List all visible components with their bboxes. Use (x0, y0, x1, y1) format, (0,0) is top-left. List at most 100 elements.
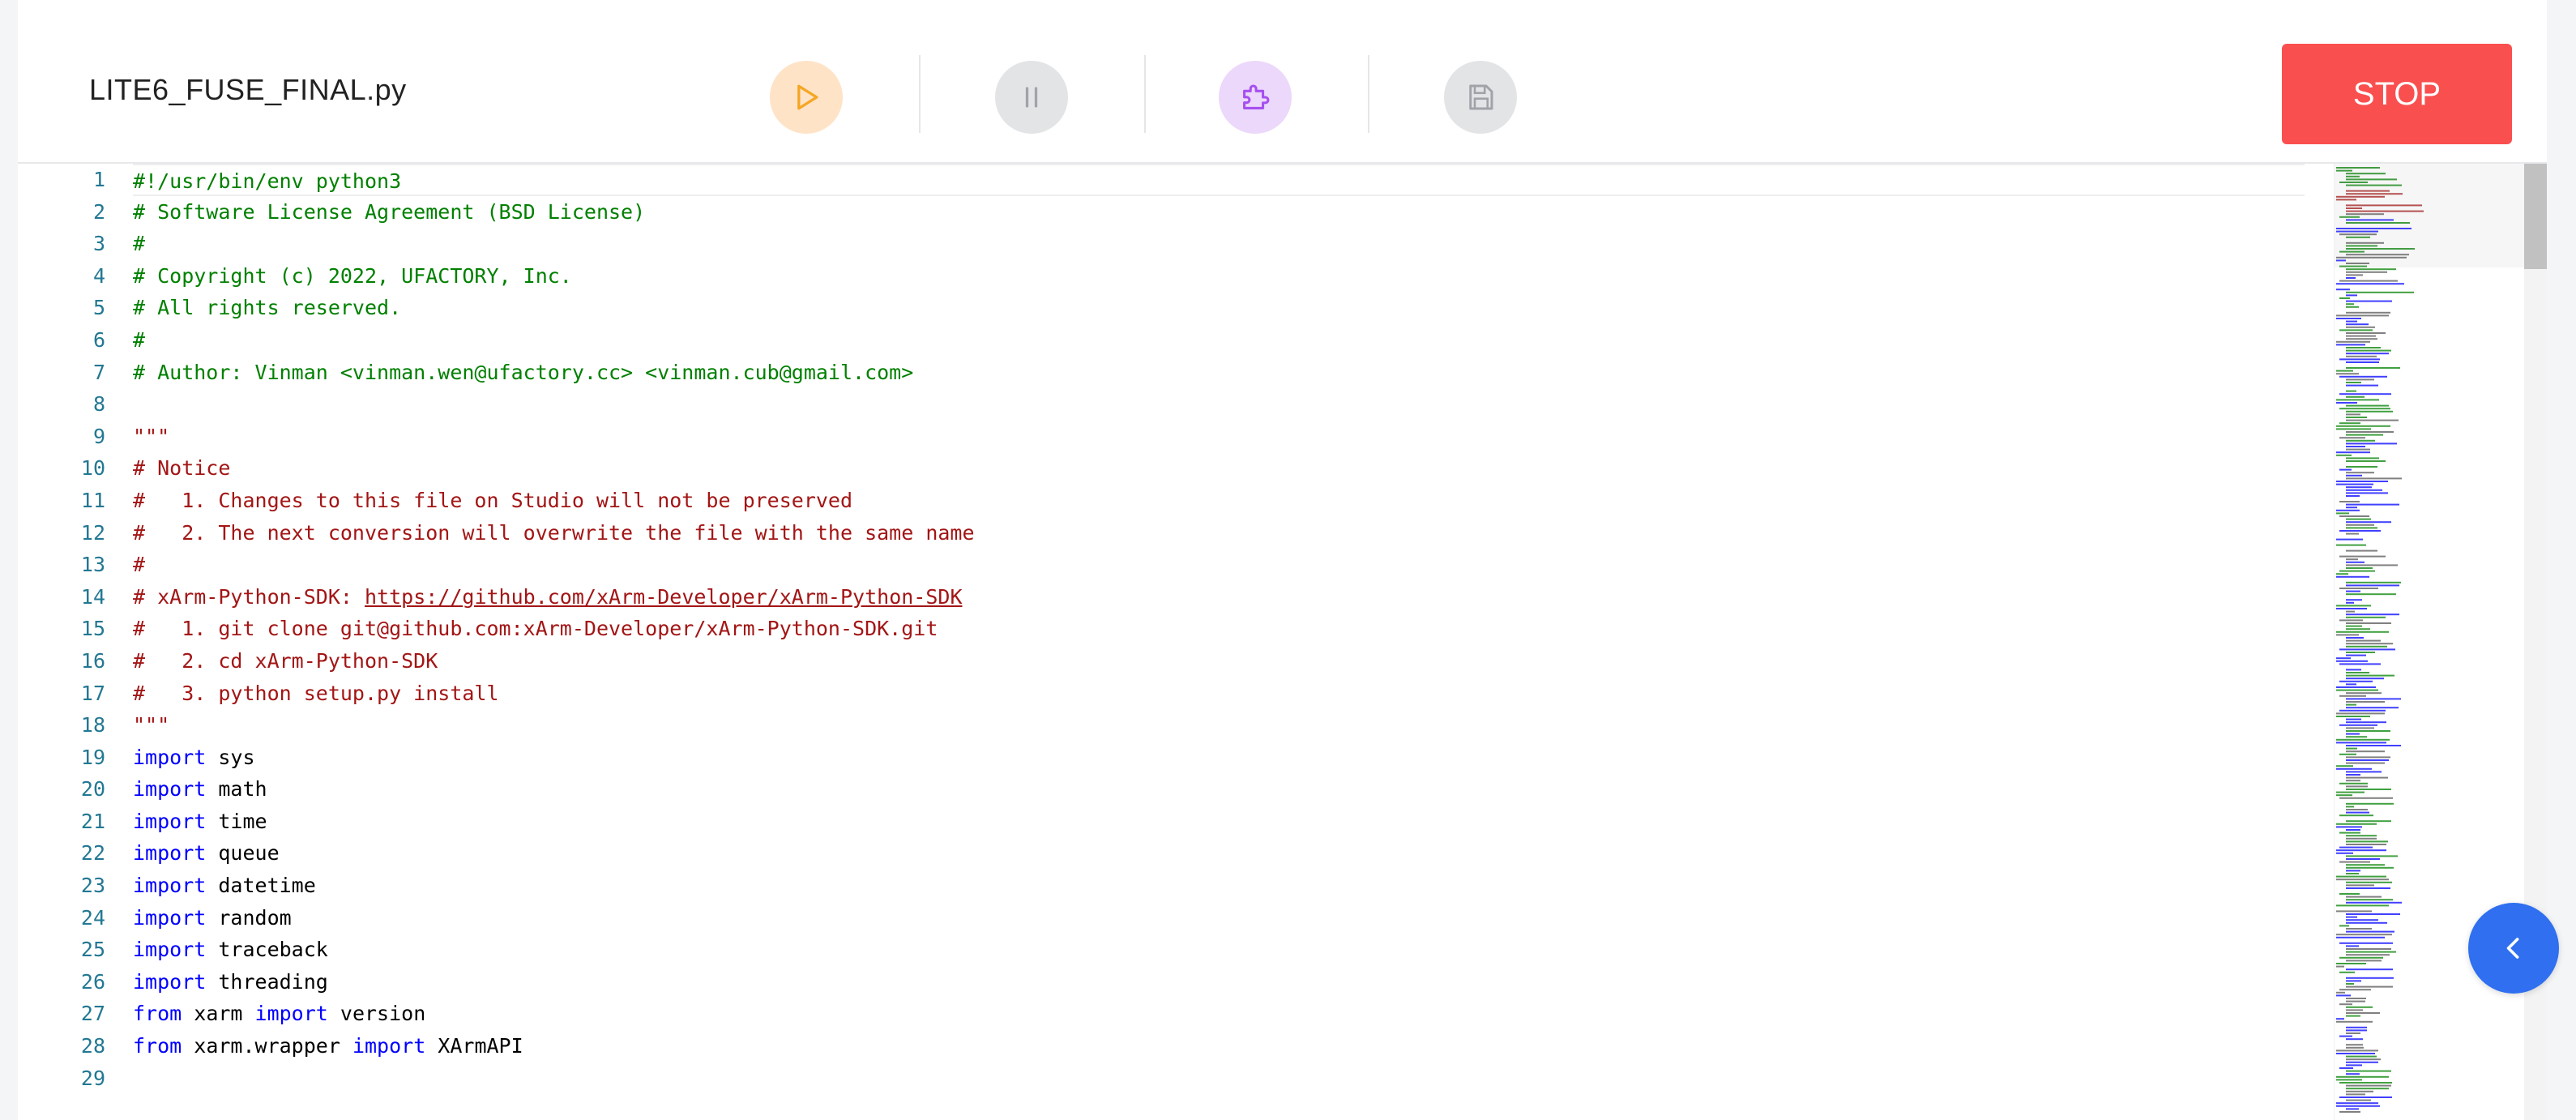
code-line[interactable]: import queue (133, 837, 2305, 870)
minimap-line (2339, 925, 2349, 927)
minimap-line (2346, 637, 2364, 639)
code-line[interactable] (133, 1062, 2305, 1095)
line-number: 28 (80, 1034, 105, 1058)
code-link[interactable]: https://github.com/xArm-Developer/xArm-P… (365, 585, 963, 609)
code-line[interactable]: # Author: Vinman <vinman.wen@ufactory.cc… (133, 357, 2305, 389)
code-line[interactable]: import random (133, 902, 2305, 934)
code-line[interactable]: # (133, 324, 2305, 357)
code-line[interactable]: import sys (133, 742, 2305, 774)
code-token: # xArm-Python-SDK: (133, 584, 365, 609)
code-line[interactable]: # 1. Changes to this file on Studio will… (133, 485, 2305, 517)
code-line[interactable]: import datetime (133, 870, 2305, 902)
minimap-line (2346, 616, 2386, 618)
code-line[interactable]: # 2. cd xArm-Python-SDK (133, 645, 2305, 678)
line-number: 18 (80, 713, 105, 737)
code-line[interactable]: # All rights reserved. (133, 292, 2305, 324)
line-number: 26 (80, 969, 105, 994)
minimap-line (2346, 692, 2382, 695)
code-line[interactable]: # 2. The next conversion will overwrite … (133, 517, 2305, 549)
minimap-line (2339, 280, 2398, 282)
minimap-line (2346, 434, 2383, 436)
code-line[interactable]: """ (133, 421, 2305, 453)
minimap-line (2346, 1090, 2373, 1092)
line-number: 25 (80, 938, 105, 962)
minimap-line (2336, 1075, 2389, 1078)
minimap-line (2336, 370, 2353, 372)
minimap-line (2346, 835, 2377, 837)
minimap-line (2339, 648, 2395, 651)
code-line[interactable]: # xArm-Python-SDK: https://github.com/xA… (133, 581, 2305, 613)
minimap-line (2346, 916, 2357, 918)
minimap-line (2346, 998, 2366, 999)
collapse-panel-button[interactable] (2468, 903, 2559, 994)
code-line[interactable]: # Software License Agreement (BSD Licens… (133, 196, 2305, 229)
minimap-line (2336, 289, 2350, 291)
minimap-line (2346, 727, 2374, 729)
minimap-line (2346, 747, 2357, 750)
code-line[interactable]: # Notice (133, 452, 2305, 485)
code-line[interactable]: #!/usr/bin/env python3 (133, 164, 2305, 196)
minimap-line (2346, 446, 2365, 447)
stop-button[interactable]: STOP (2282, 44, 2512, 144)
line-number: 11 (80, 488, 105, 512)
minimap-line (2346, 442, 2397, 445)
scrollbar-thumb[interactable] (2524, 164, 2547, 269)
run-button[interactable] (770, 61, 843, 134)
code-token: xarm (182, 1002, 255, 1026)
minimap-line (2339, 555, 2386, 558)
code-line[interactable]: # 1. git clone git@github.com:xArm-Devel… (133, 613, 2305, 645)
minimap-line (2346, 672, 2369, 673)
minimap-line (2346, 954, 2390, 956)
minimap-line (2346, 349, 2391, 352)
code-line[interactable]: import time (133, 806, 2305, 838)
save-button[interactable] (1444, 61, 1517, 134)
pause-button[interactable] (995, 61, 1068, 134)
minimap-line (2336, 1018, 2344, 1020)
minimap-line (2346, 802, 2394, 805)
code-line[interactable]: # (133, 549, 2305, 581)
minimap-line (2339, 468, 2352, 471)
code-line[interactable]: from xarm.wrapper import XArmAPI (133, 1030, 2305, 1062)
minimap-slider[interactable] (2335, 164, 2547, 267)
line-number: 24 (80, 905, 105, 930)
minimap-line (2336, 481, 2388, 482)
blockly-button[interactable] (1219, 61, 1292, 134)
code-line[interactable]: # (133, 228, 2305, 260)
minimap-line (2346, 1032, 2360, 1034)
toolbar: LITE6_FUSE_FINAL.py STOP (18, 0, 2547, 164)
minimap-line (2336, 1053, 2375, 1054)
code-token: from (133, 1002, 182, 1026)
code-line[interactable]: import traceback (133, 934, 2305, 966)
code-token: import (133, 905, 207, 930)
code-line[interactable]: # Copyright (c) 2022, UFACTORY, Inc. (133, 260, 2305, 293)
line-number: 19 (80, 745, 105, 769)
code-editor[interactable]: 1 2 3 4 5 6 7 8 9 10 11 12 13 14 15 16 17 18 19 20 21 22 23 24 2… (18, 164, 2547, 1120)
code-line[interactable] (133, 388, 2305, 421)
minimap-line (2346, 674, 2394, 677)
code-line[interactable]: import threading (133, 966, 2305, 998)
minimap-line (2336, 849, 2386, 852)
code-token: # 2. The next conversion will overwrite … (133, 520, 975, 545)
minimap-line (2336, 767, 2372, 770)
code-line[interactable]: import math (133, 773, 2305, 806)
code-area[interactable]: #!/usr/bin/env python3 # Software License… (133, 164, 2305, 1094)
minimap-line (2346, 622, 2391, 624)
code-line[interactable]: from xarm import version (133, 998, 2305, 1030)
minimap-line (2346, 983, 2354, 985)
line-number: 9 (92, 424, 105, 448)
code-token: import (133, 969, 207, 994)
code-line[interactable]: # 3. python setup.py install (133, 678, 2305, 710)
code-token: import (133, 745, 207, 769)
code-token: import (352, 1034, 426, 1058)
minimap-line (2346, 474, 2362, 477)
minimap-line (2346, 271, 2387, 273)
minimap-line (2346, 1093, 2365, 1096)
minimap-line (2346, 1046, 2364, 1049)
play-icon (797, 84, 818, 110)
minimap-line (2346, 1009, 2363, 1011)
code-line[interactable]: """ (133, 709, 2305, 742)
minimap-line (2346, 1088, 2389, 1090)
minimap-line (2346, 840, 2388, 843)
minimap-line (2346, 980, 2361, 982)
minimap-line (2346, 887, 2390, 889)
